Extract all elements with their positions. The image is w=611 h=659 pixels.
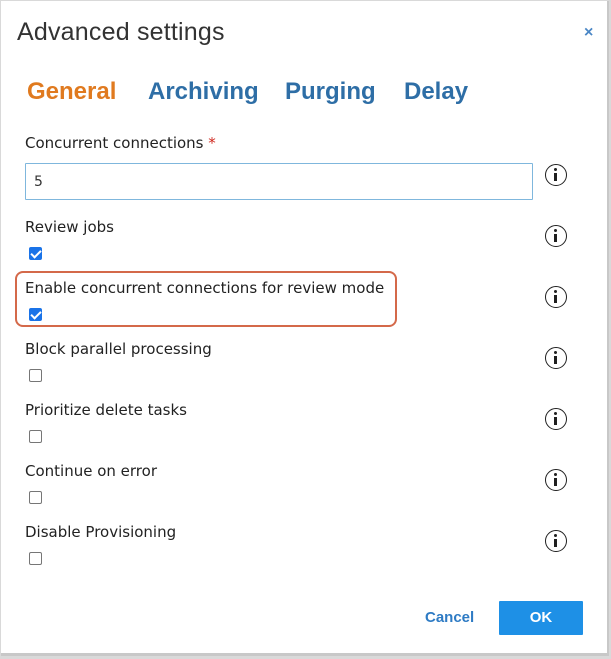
enable-concurrent-review-label: Enable concurrent connections for review… [25, 279, 385, 297]
concurrent-connections-label-text: Concurrent connections [25, 134, 204, 152]
block-parallel-label: Block parallel processing [25, 340, 212, 358]
block-parallel-checkbox[interactable] [29, 369, 42, 382]
concurrent-connections-label: Concurrent connections * [25, 134, 216, 152]
info-icon[interactable] [545, 408, 567, 430]
disable-provisioning-label: Disable Provisioning [25, 523, 177, 541]
info-icon[interactable] [545, 469, 567, 491]
tab-delay[interactable]: Delay [404, 77, 468, 107]
dialog-title: Advanced settings [17, 18, 225, 46]
info-icon[interactable] [545, 225, 567, 247]
tab-archiving[interactable]: Archiving [148, 77, 259, 107]
prioritize-delete-checkbox[interactable] [29, 430, 42, 443]
prioritize-delete-label: Prioritize delete tasks [25, 401, 187, 419]
tab-general[interactable]: General [27, 77, 116, 107]
enable-concurrent-review-checkbox[interactable] [29, 308, 42, 321]
info-icon[interactable] [545, 347, 567, 369]
review-jobs-label: Review jobs [25, 218, 114, 236]
continue-on-error-label: Continue on error [25, 462, 157, 480]
ok-button[interactable]: OK [499, 601, 583, 635]
disable-provisioning-checkbox[interactable] [29, 552, 42, 565]
cancel-button[interactable]: Cancel [425, 609, 474, 626]
required-marker: * [208, 134, 216, 152]
review-jobs-checkbox[interactable] [29, 247, 42, 260]
tab-purging[interactable]: Purging [285, 77, 376, 107]
concurrent-connections-input[interactable] [25, 163, 533, 200]
info-icon[interactable] [545, 530, 567, 552]
info-icon[interactable] [545, 164, 567, 186]
close-icon[interactable]: × [584, 23, 593, 43]
advanced-settings-dialog: Advanced settings × General Archiving Pu… [1, 1, 609, 656]
info-icon[interactable] [545, 286, 567, 308]
continue-on-error-checkbox[interactable] [29, 491, 42, 504]
